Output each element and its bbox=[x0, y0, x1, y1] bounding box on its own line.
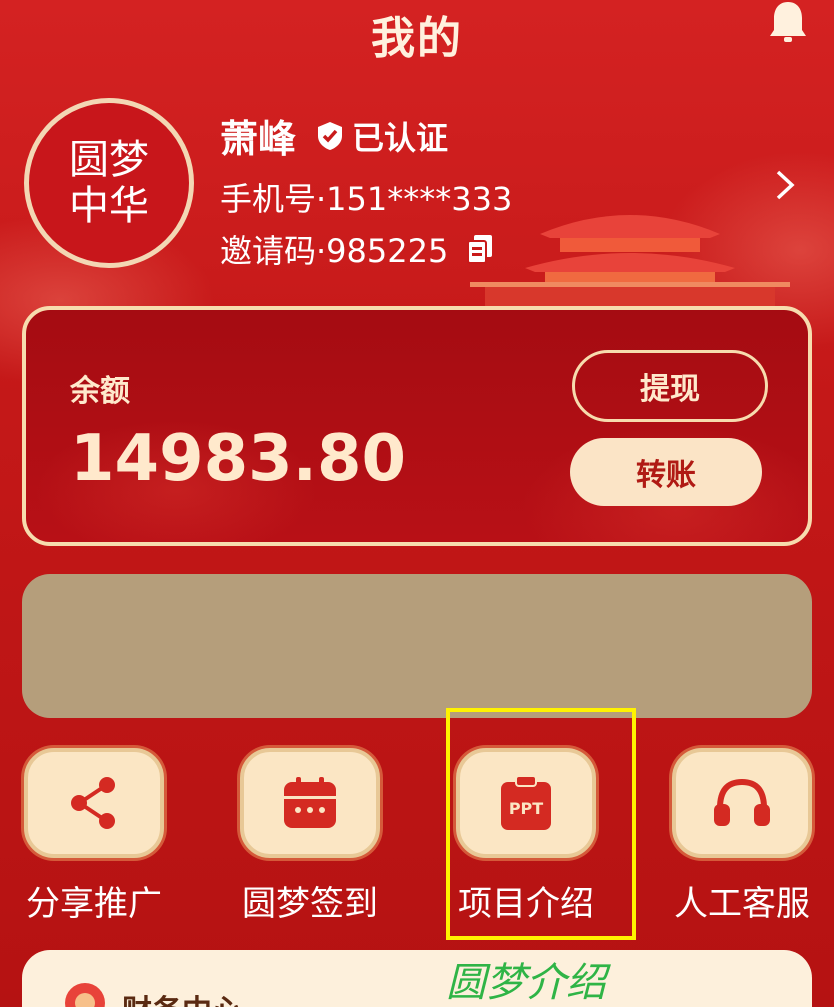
shield-check-icon bbox=[318, 121, 343, 150]
banner[interactable] bbox=[22, 574, 812, 718]
finance-center-title: 财务中心 bbox=[122, 986, 242, 1007]
profile-name-row: 萧峰 已认证 bbox=[220, 108, 448, 163]
finance-center-card[interactable]: 财务中心 bbox=[22, 950, 812, 1007]
menu-item-customer-service[interactable]: 人工客服 bbox=[662, 748, 822, 928]
calendar-icon bbox=[240, 748, 380, 858]
balance-value: 14983.80 bbox=[70, 422, 407, 496]
user-name: 萧峰 bbox=[220, 117, 297, 161]
verified-label: 已认证 bbox=[352, 118, 449, 157]
palace-illustration bbox=[470, 215, 790, 311]
menu-item-share[interactable]: 分享推广 bbox=[14, 748, 174, 928]
invite-code-row: 邀请码·985225 bbox=[220, 226, 494, 272]
verified-badge: 已认证 bbox=[316, 113, 448, 159]
transfer-button[interactable]: 转账 bbox=[570, 438, 762, 506]
page-title: 我的 bbox=[371, 13, 463, 64]
invite-code: 邀请码·985225 bbox=[220, 232, 449, 270]
withdraw-button[interactable]: 提现 bbox=[572, 350, 768, 422]
finance-icon bbox=[65, 983, 105, 1007]
menu-item-checkin[interactable]: 圆梦签到 bbox=[230, 748, 390, 928]
menu-label-checkin: 圆梦签到 bbox=[242, 884, 378, 924]
share-icon bbox=[24, 748, 164, 858]
headset-icon bbox=[672, 748, 812, 858]
bell-icon[interactable] bbox=[766, 0, 810, 44]
highlight-box bbox=[446, 708, 636, 940]
balance-card: 余额 14983.80 提现 转账 bbox=[22, 306, 812, 546]
annotation-caption: 圆梦介绍 bbox=[446, 960, 606, 1006]
avatar-logo-text: 圆梦中华 bbox=[69, 137, 149, 229]
menu-label-share: 分享推广 bbox=[26, 884, 162, 924]
balance-label: 余额 bbox=[70, 374, 130, 409]
avatar[interactable]: 圆梦中华 bbox=[24, 98, 194, 268]
phone-number: 手机号·151****333 bbox=[220, 180, 513, 218]
menu-label-customer-service: 人工客服 bbox=[674, 884, 810, 924]
